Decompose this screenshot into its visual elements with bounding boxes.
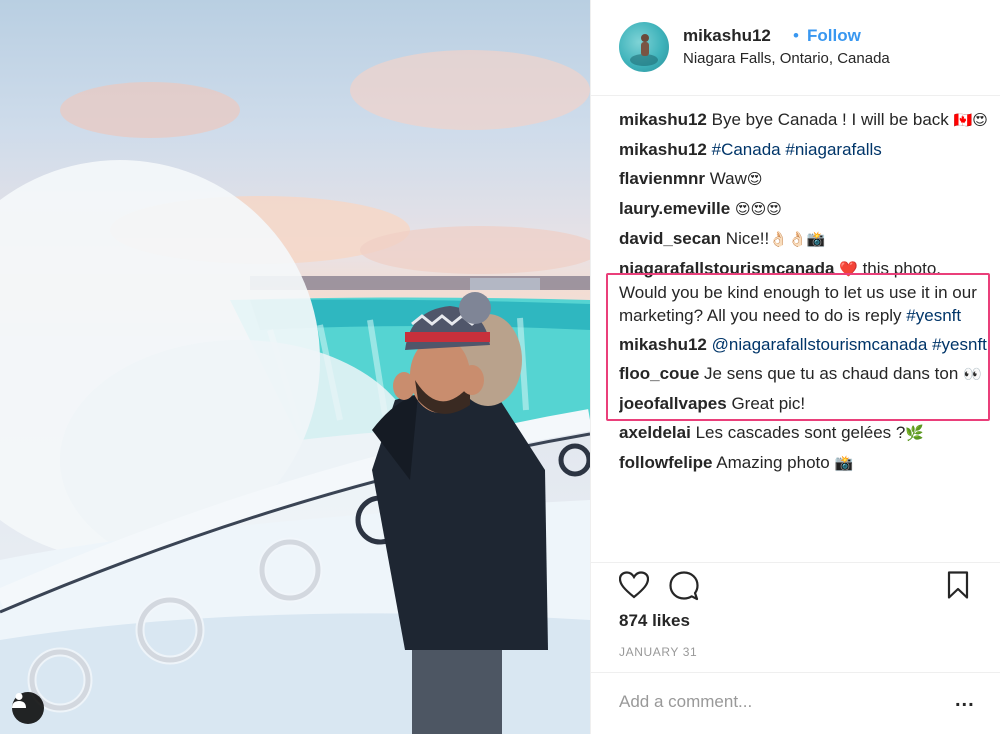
comment-username[interactable]: flavienmnr xyxy=(619,169,705,188)
add-comment-bar: ... xyxy=(591,672,1000,734)
hashtag-link[interactable]: #yesnft xyxy=(932,335,987,354)
post-header: mikashu12 • Follow Niagara Falls, Ontari… xyxy=(591,0,1000,96)
comment-text: Great pic! xyxy=(731,394,806,413)
comment-item: flavienmnr Waw😍 xyxy=(619,167,991,191)
comment-item: mikashu12 #Canada #niagarafalls xyxy=(619,138,991,161)
comment-input[interactable] xyxy=(619,687,939,717)
comment-text: Les cascades sont gelées ? xyxy=(695,423,906,442)
hashtag-link[interactable]: #Canada xyxy=(712,140,781,159)
comment-username[interactable]: axeldelai xyxy=(619,423,691,442)
mention-link[interactable]: @niagarafallstourismcanada xyxy=(712,335,928,354)
comment-username[interactable]: joeofallvapes xyxy=(619,394,727,413)
location-link[interactable]: Niagara Falls, Ontario, Canada xyxy=(683,50,890,67)
niagara-falls-photo xyxy=(0,50,590,734)
comment-item: followfelipe Amazing photo 📸 xyxy=(619,451,991,475)
comment-emoji: 👀 xyxy=(963,365,982,383)
separator-dot: • xyxy=(793,26,799,45)
hashtag-link[interactable]: #yesnft xyxy=(906,306,961,325)
comment-emoji: 😍 xyxy=(746,170,763,188)
hashtag-link[interactable]: #niagarafalls xyxy=(785,140,881,159)
heart-icon[interactable] xyxy=(618,571,651,601)
comment-text: Bye bye Canada ! I will be back xyxy=(711,110,954,129)
heart-emoji: ❤️ xyxy=(839,260,858,278)
comment-username[interactable]: mikashu12 xyxy=(619,335,707,354)
comments-list[interactable]: mikashu12 Bye bye Canada ! I will be bac… xyxy=(619,108,991,560)
post-photo[interactable] xyxy=(0,0,590,734)
comment-emoji: 🌿 xyxy=(905,424,925,442)
comment-username[interactable]: followfelipe xyxy=(619,453,713,472)
post-side-panel: mikashu12 • Follow Niagara Falls, Ontari… xyxy=(590,0,1000,734)
comment-username[interactable]: mikashu12 xyxy=(619,140,707,159)
comment-text: Je sens que tu as chaud dans ton xyxy=(704,364,963,383)
comment-username[interactable]: mikashu12 xyxy=(619,110,707,129)
comment-emoji: 👌🏻👌🏻📸 xyxy=(769,230,826,248)
comment-item: laury.emeville 😍😍😍 xyxy=(619,197,991,221)
comment-username[interactable]: david_secan xyxy=(619,229,721,248)
comment-item: niagarafallstourismcanada ❤️ this photo.… xyxy=(619,257,991,327)
author-username[interactable]: mikashu12 xyxy=(683,26,771,46)
comment-emoji: 📸 xyxy=(834,454,854,472)
more-options-icon[interactable]: ... xyxy=(955,689,975,712)
comment-username[interactable]: floo_coue xyxy=(619,364,699,383)
comment-text: Amazing photo xyxy=(716,453,835,472)
user-tag-icon[interactable] xyxy=(12,692,44,724)
comment-text: Waw xyxy=(709,169,747,188)
follow-button[interactable]: Follow xyxy=(807,26,861,46)
avatar[interactable] xyxy=(619,22,669,72)
comment-item: axeldelai Les cascades sont gelées ?🌿 xyxy=(619,421,991,445)
post-actions: 874 likes JANUARY 31 xyxy=(591,562,1000,672)
comment-item: mikashu12 Bye bye Canada ! I will be bac… xyxy=(619,108,991,132)
comment-item: floo_coue Je sens que tu as chaud dans t… xyxy=(619,362,991,386)
comment-emoji: 🇨🇦😍 xyxy=(953,111,988,129)
post-date[interactable]: JANUARY 31 xyxy=(619,645,697,659)
comment-item: david_secan Nice!!👌🏻👌🏻📸 xyxy=(619,227,991,251)
likes-count[interactable]: 874 likes xyxy=(619,611,690,631)
comment-username[interactable]: laury.emeville xyxy=(619,199,730,218)
speech-bubble-icon[interactable] xyxy=(669,571,699,601)
comment-emoji: 😍😍😍 xyxy=(734,200,782,218)
comment-username[interactable]: niagarafallstourismcanada xyxy=(619,259,834,278)
comment-item: mikashu12 @niagarafallstourismcanada #ye… xyxy=(619,333,991,356)
comment-item: joeofallvapes Great pic! xyxy=(619,392,991,415)
bookmark-icon[interactable] xyxy=(947,571,969,601)
comment-text: Nice!! xyxy=(725,229,770,248)
